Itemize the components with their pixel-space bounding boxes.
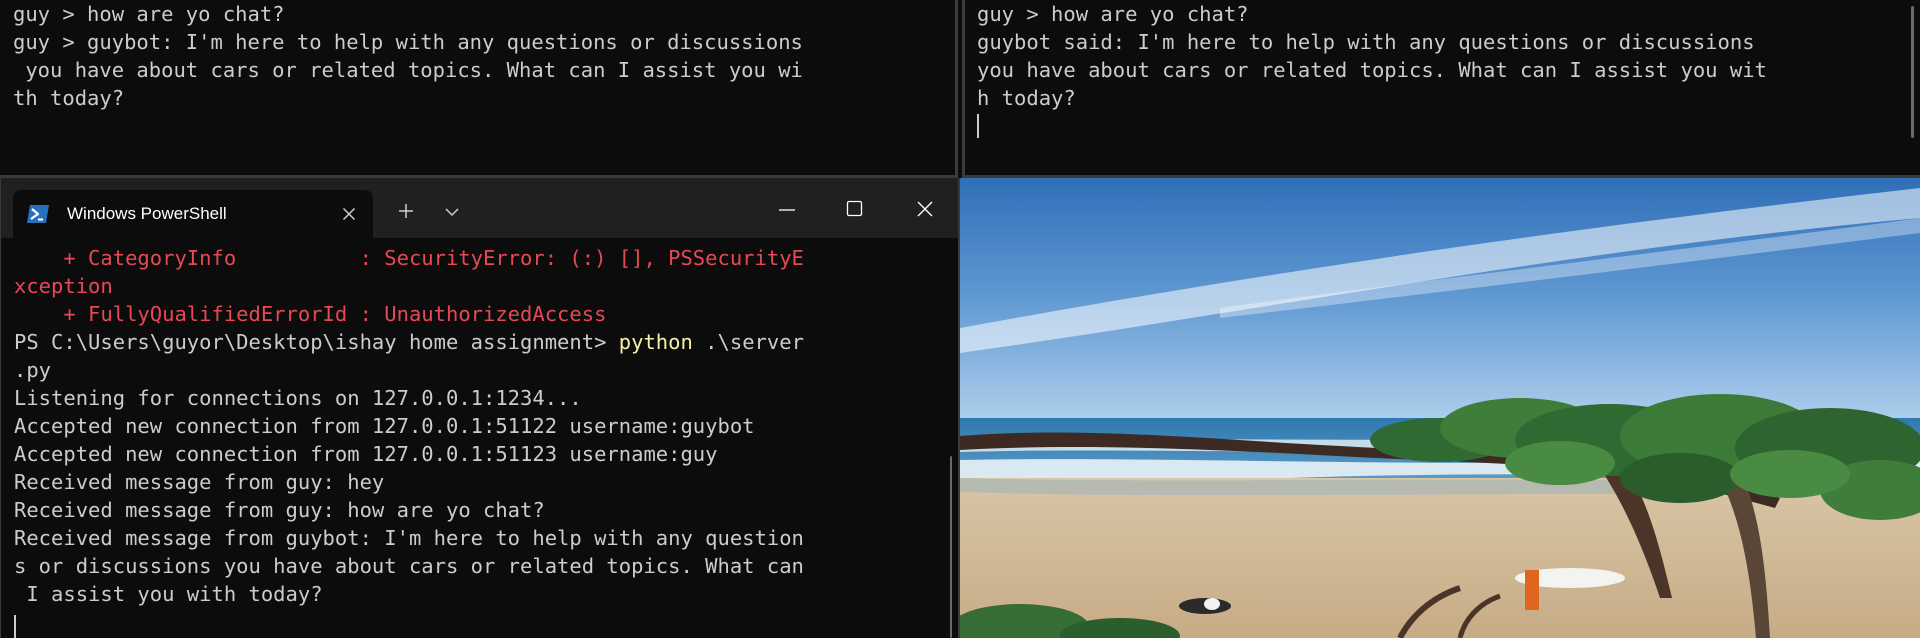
command-word: python bbox=[618, 330, 693, 354]
console-output: + CategoryInfo : SecurityError: (:) [], … bbox=[14, 244, 804, 608]
console-line: .py bbox=[14, 358, 52, 382]
tab-windows-powershell[interactable]: Windows PowerShell bbox=[13, 190, 373, 238]
console-line: Accepted new connection from 127.0.0.1:5… bbox=[14, 414, 755, 438]
client-console-left[interactable]: guy > how are yo chat? guy > guybot: I'm … bbox=[0, 0, 958, 178]
console-output: guy > how are yo chat? guy > guybot: I'm … bbox=[13, 0, 803, 112]
text-cursor bbox=[977, 114, 979, 138]
beach-wallpaper-image bbox=[960, 178, 1920, 638]
powershell-console[interactable]: + CategoryInfo : SecurityError: (:) [], … bbox=[1, 238, 958, 638]
console-line: you have about cars or related topics. W… bbox=[13, 58, 803, 82]
console-line: guy > guybot: I'm here to help with any … bbox=[13, 30, 803, 54]
prompt-line: PS C:\Users\guyor\Desktop\ishay home ass… bbox=[14, 328, 804, 356]
close-icon[interactable] bbox=[337, 202, 361, 226]
minimize-icon[interactable] bbox=[759, 178, 815, 234]
console-line: s or discussions you have about cars or … bbox=[14, 554, 804, 578]
title-bar[interactable]: Windows PowerShell bbox=[1, 178, 958, 238]
desktop-wallpaper bbox=[960, 178, 1920, 638]
console-line: guybot said: I'm here to help with any q… bbox=[977, 30, 1755, 54]
console-output: guy > how are yo chat? guybot said: I'm h… bbox=[977, 0, 1767, 112]
error-line: + FullyQualifiedErrorId : UnauthorizedAc… bbox=[14, 302, 607, 326]
error-line: + CategoryInfo : SecurityError: (:) [], … bbox=[14, 246, 804, 270]
console-line: h today? bbox=[977, 86, 1076, 110]
desktop: guy > how are yo chat? guy > guybot: I'm … bbox=[0, 0, 1920, 638]
powershell-window: Windows PowerShell + CategoryInfo: Secu… bbox=[0, 178, 960, 638]
scrollbar-thumb[interactable] bbox=[1911, 6, 1914, 138]
console-line: th today? bbox=[13, 86, 125, 110]
console-line: guy > how are yo chat? bbox=[13, 2, 285, 26]
console-line: Listening for connections on 127.0.0.1:1… bbox=[14, 386, 582, 410]
maximize-icon[interactable] bbox=[827, 178, 883, 234]
chevron-down-icon[interactable] bbox=[437, 196, 467, 226]
tab-title: Windows PowerShell bbox=[67, 204, 227, 223]
powershell-icon bbox=[27, 204, 49, 224]
error-line: xception bbox=[14, 274, 113, 298]
text-cursor bbox=[14, 615, 16, 638]
console-line: guy > how are yo chat? bbox=[977, 2, 1249, 26]
close-icon[interactable] bbox=[897, 178, 953, 234]
scrollbar-thumb[interactable] bbox=[950, 456, 952, 638]
console-line: I assist you with today? bbox=[14, 582, 323, 606]
console-line: Received message from guy: how are yo ch… bbox=[14, 498, 545, 522]
client-console-right[interactable]: guy > how are yo chat? guybot said: I'm h… bbox=[962, 0, 1920, 178]
console-line: Received message from guybot: I'm here t… bbox=[14, 526, 804, 550]
command-args: .\server bbox=[692, 330, 804, 354]
console-line: you have about cars or related topics. W… bbox=[977, 58, 1767, 82]
console-line: Received message from guy: hey bbox=[14, 470, 385, 494]
prompt-text: PS C:\Users\guyor\Desktop\ishay home ass… bbox=[14, 330, 619, 354]
console-line: Accepted new connection from 127.0.0.1:5… bbox=[14, 442, 718, 466]
plus-icon[interactable] bbox=[391, 196, 421, 226]
